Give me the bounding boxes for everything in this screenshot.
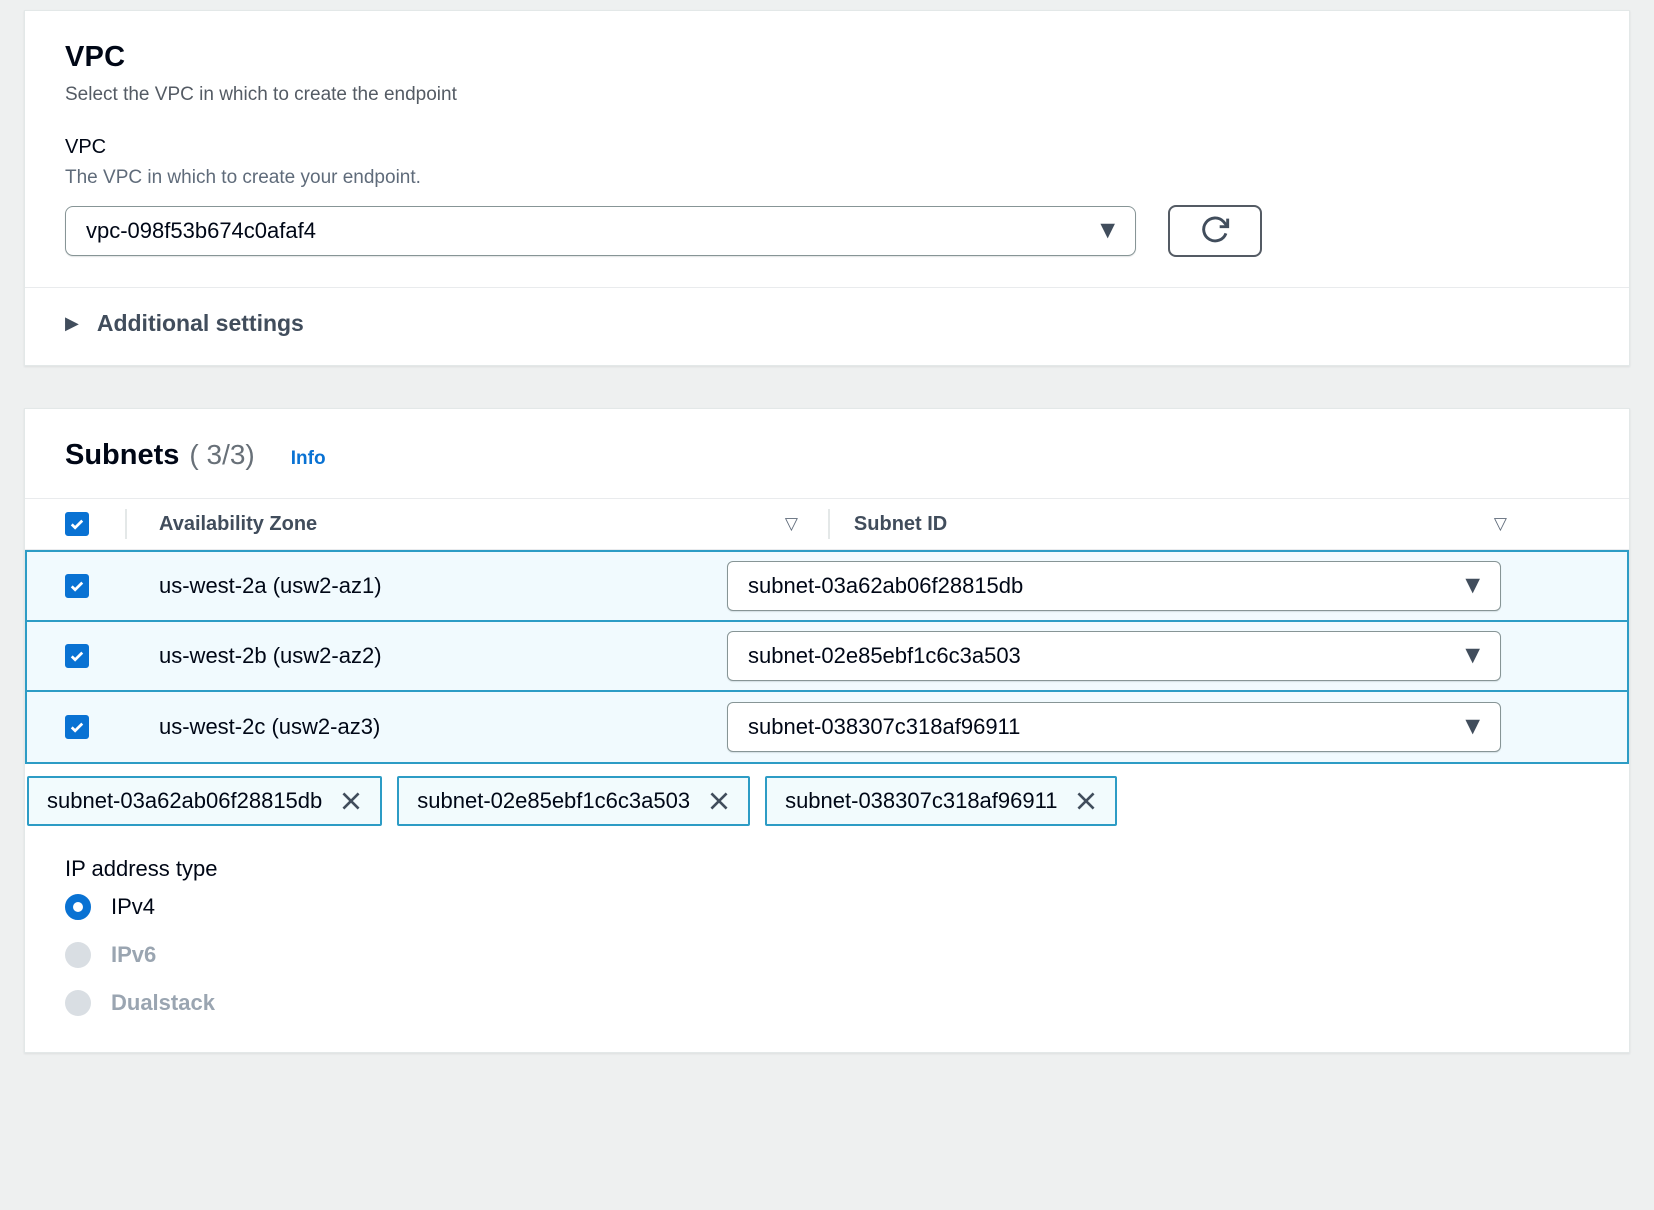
token-label: subnet-03a62ab06f28815db (47, 788, 322, 814)
subnets-title: Subnets (65, 439, 179, 472)
info-link[interactable]: Info (291, 448, 326, 470)
ip-address-type-group: IP address type IPv4 IPv6 Dualstack (25, 856, 1629, 1026)
column-header-az: Availability Zone (159, 513, 317, 536)
remove-token-icon[interactable] (706, 788, 732, 814)
header-divider (125, 509, 127, 539)
radio-disabled-icon (65, 990, 91, 1016)
header-divider (828, 509, 830, 539)
chevron-down-icon: ▼ (1465, 576, 1480, 595)
vpc-container: VPC Select the VPC in which to create th… (24, 10, 1630, 366)
row-checkbox[interactable] (65, 715, 89, 739)
radio-label: Dualstack (111, 990, 215, 1016)
radio-option-ipv4[interactable]: IPv4 (65, 884, 1629, 930)
radio-selected-icon[interactable] (65, 894, 91, 920)
availability-zone-label: us-west-2a (usw2-az1) (159, 573, 382, 599)
table-row[interactable]: us-west-2c (usw2-az3) subnet-038307c318a… (27, 692, 1627, 762)
chevron-down-icon: ▼ (1465, 646, 1480, 665)
subnet-table-body: us-west-2a (usw2-az1) subnet-03a62ab06f2… (25, 550, 1629, 764)
subnet-select[interactable]: subnet-02e85ebf1c6c3a503 ▼ (727, 631, 1501, 681)
vpc-select-value: vpc-098f53b674c0afaf4 (86, 218, 316, 244)
vpc-field-label: VPC (65, 136, 1589, 159)
subnet-token: subnet-038307c318af96911 (765, 776, 1117, 826)
subnet-select[interactable]: subnet-03a62ab06f28815db ▼ (727, 561, 1501, 611)
subnets-count: ( 3/3) (189, 439, 254, 471)
remove-token-icon[interactable] (338, 788, 364, 814)
subnet-select[interactable]: subnet-038307c318af96911 ▼ (727, 702, 1501, 752)
refresh-button[interactable] (1168, 205, 1262, 257)
table-row[interactable]: us-west-2b (usw2-az2) subnet-02e85ebf1c6… (27, 622, 1627, 692)
availability-zone-label: us-west-2b (usw2-az2) (159, 643, 382, 669)
vpc-select[interactable]: vpc-098f53b674c0afaf4 ▼ (65, 206, 1136, 256)
vpc-section-description: Select the VPC in which to create the en… (25, 84, 1629, 106)
row-checkbox[interactable] (65, 574, 89, 598)
expander-triangle-icon: ▶ (65, 313, 79, 334)
filter-icon-subnet[interactable]: ▽ (1494, 514, 1507, 534)
availability-zone-label: us-west-2c (usw2-az3) (159, 714, 380, 740)
row-checkbox[interactable] (65, 644, 89, 668)
subnet-token: subnet-03a62ab06f28815db (27, 776, 382, 826)
table-header: Availability Zone ▽ Subnet ID ▽ (25, 498, 1629, 550)
remove-token-icon[interactable] (1073, 788, 1099, 814)
chevron-down-icon: ▼ (1100, 221, 1115, 240)
subnets-container: Subnets ( 3/3) Info Availability Zone ▽ … (24, 408, 1630, 1053)
subnet-token: subnet-02e85ebf1c6c3a503 (397, 776, 750, 826)
radio-option-dualstack: Dualstack (65, 980, 1629, 1026)
column-header-subnet: Subnet ID (854, 513, 1494, 536)
select-all-checkbox[interactable] (65, 512, 89, 536)
radio-label: IPv6 (111, 942, 156, 968)
token-label: subnet-02e85ebf1c6c3a503 (417, 788, 690, 814)
filter-icon-az[interactable]: ▽ (785, 514, 798, 534)
additional-settings-expander[interactable]: ▶ Additional settings (25, 288, 1629, 363)
subnet-select-value: subnet-02e85ebf1c6c3a503 (748, 643, 1021, 669)
ip-address-type-label: IP address type (65, 856, 1629, 882)
table-row[interactable]: us-west-2a (usw2-az1) subnet-03a62ab06f2… (27, 552, 1627, 622)
radio-option-ipv6: IPv6 (65, 932, 1629, 978)
chevron-down-icon: ▼ (1465, 717, 1480, 736)
token-label: subnet-038307c318af96911 (785, 788, 1057, 814)
refresh-icon (1199, 214, 1231, 249)
radio-label: IPv4 (111, 894, 155, 920)
additional-settings-label: Additional settings (97, 310, 304, 337)
subnet-select-value: subnet-038307c318af96911 (748, 714, 1020, 740)
radio-disabled-icon (65, 942, 91, 968)
selected-subnet-tokens: subnet-03a62ab06f28815db subnet-02e85ebf… (25, 764, 1629, 826)
subnet-select-value: subnet-03a62ab06f28815db (748, 573, 1023, 599)
vpc-section-title: VPC (25, 11, 1629, 74)
vpc-field-description: The VPC in which to create your endpoint… (65, 167, 1589, 189)
